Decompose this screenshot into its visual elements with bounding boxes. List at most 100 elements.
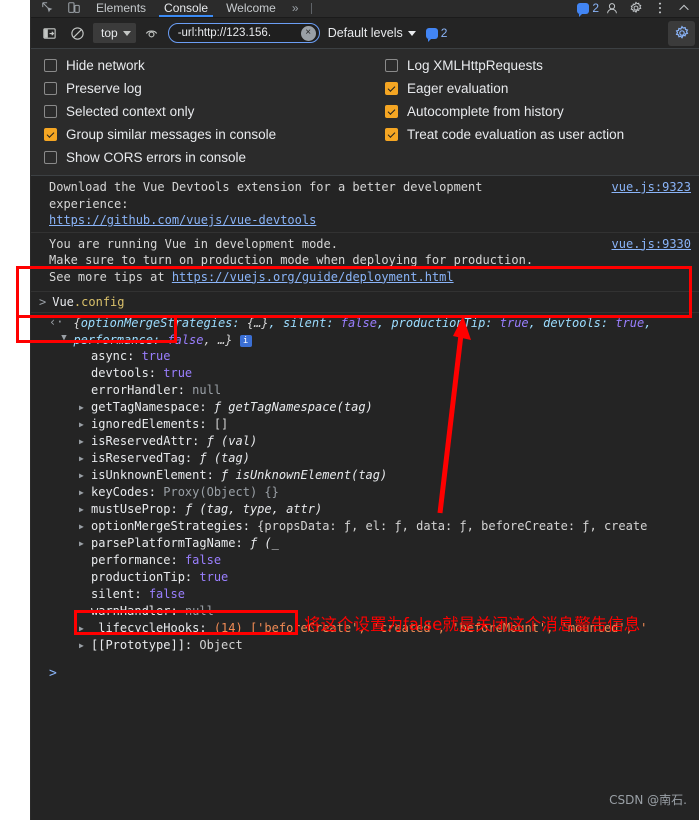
log-level-select[interactable]: Default levels	[324, 26, 420, 40]
property-value: (14) ['beforeCreate', 'created', 'before…	[213, 621, 648, 636]
checkbox-icon[interactable]	[44, 82, 57, 95]
expand-triangle-icon[interactable]: ▶	[79, 467, 91, 484]
expand-triangle-icon[interactable]: ▶	[79, 501, 91, 518]
object-property-row[interactable]: async: true	[91, 348, 691, 365]
property-separator: :	[170, 553, 185, 568]
property-value: false	[184, 553, 222, 568]
object-property-row[interactable]: productionTip: true	[91, 569, 691, 586]
more-vertical-icon[interactable]	[649, 0, 671, 17]
tab-elements[interactable]: Elements	[87, 0, 155, 17]
issues-count-indicator[interactable]: 2	[425, 26, 448, 42]
close-panel-icon[interactable]	[673, 0, 695, 17]
setting-autocomplete-from-history[interactable]: Autocomplete from history	[385, 104, 624, 119]
property-name: _lifecycleHooks	[91, 621, 200, 636]
expand-triangle-icon[interactable]: ▶	[79, 484, 91, 501]
object-property-row[interactable]: ▶ isReservedTag: ƒ (tag)	[79, 450, 691, 467]
user-avatar-icon[interactable]	[601, 0, 623, 17]
message-source-link[interactable]: vue.js:9330	[612, 236, 691, 253]
checkbox-icon[interactable]	[44, 105, 57, 118]
console-input-prompt[interactable]: >	[31, 658, 699, 689]
property-value: ƒ (_	[249, 536, 279, 551]
checkbox-icon[interactable]	[385, 59, 398, 72]
setting-preserve-log[interactable]: Preserve log	[44, 81, 381, 96]
result-object-header[interactable]: ‹· {optionMergeStrategies: {…}, silent: …	[39, 315, 691, 348]
more-tabs-icon[interactable]: »	[285, 0, 306, 17]
setting-hide-network[interactable]: Hide network	[44, 58, 381, 73]
expand-triangle-icon[interactable]: ▶	[79, 518, 91, 535]
property-separator: :	[199, 417, 214, 432]
setting-group-similar-messages[interactable]: Group similar messages in console	[44, 127, 381, 142]
checkbox-checked-icon[interactable]	[44, 128, 57, 141]
expand-triangle-icon[interactable]: ▶	[79, 637, 91, 654]
message-count-indicator[interactable]: 2	[577, 1, 599, 17]
console-filter-box[interactable]: ×	[167, 23, 320, 43]
expand-triangle-icon[interactable]: ▶	[79, 416, 91, 433]
close-icon[interactable]: ×	[300, 25, 316, 41]
object-property-row[interactable]: ▶ getTagNamespace: ƒ getTagNamespace(tag)	[79, 399, 691, 416]
setting-label: Hide network	[66, 58, 145, 73]
expand-triangle-icon[interactable]: ▶	[79, 399, 91, 416]
object-property-row[interactable]: ▶ mustUseProp: ƒ (tag, type, attr)	[79, 501, 691, 518]
setting-log-xmlhttprequests[interactable]: Log XMLHttpRequests	[385, 58, 624, 73]
property-name: performance	[91, 553, 171, 568]
setting-treat-code-evaluation[interactable]: Treat code evaluation as user action	[385, 127, 624, 142]
setting-eager-evaluation[interactable]: Eager evaluation	[385, 81, 624, 96]
deployment-guide-link[interactable]: https://vuejs.org/guide/deployment.html	[172, 270, 454, 284]
object-property-row[interactable]: devtools: true	[91, 365, 691, 382]
object-property-row[interactable]: ▶ keyCodes: Proxy(Object) {}	[79, 484, 691, 501]
object-property-row[interactable]: ▶ parsePlatformTagName: ƒ (_	[79, 535, 691, 552]
property-value: ƒ (tag, type, attr)	[184, 502, 323, 517]
live-expression-icon[interactable]	[140, 22, 164, 44]
info-icon[interactable]: i	[239, 334, 252, 347]
checkbox-checked-icon[interactable]	[385, 128, 398, 141]
execution-context-select[interactable]: top	[93, 23, 136, 43]
object-property-row[interactable]: ▶ optionMergeStrategies: {propsData: ƒ, e…	[79, 518, 691, 535]
message-line-1: You are running Vue in development mode.	[49, 236, 338, 251]
console-executed-command[interactable]: > Vue.config	[31, 292, 699, 314]
console-settings-gear-icon[interactable]	[668, 20, 695, 46]
device-toolbar-icon[interactable]	[61, 0, 87, 17]
object-property-row[interactable]: ▶ isUnknownElement: ƒ isUnknownElement(ta…	[79, 467, 691, 484]
checkbox-checked-icon[interactable]	[385, 105, 398, 118]
console-sidebar-toggle-icon[interactable]	[37, 22, 61, 44]
expand-triangle-icon[interactable]: ▶	[79, 620, 91, 637]
setting-show-cors-errors[interactable]: Show CORS errors in console	[44, 150, 381, 165]
clear-console-icon[interactable]	[65, 22, 89, 44]
setting-label: Autocomplete from history	[407, 104, 564, 119]
object-summary: {optionMergeStrategies: {…}, silent: fal…	[73, 316, 652, 347]
expand-triangle-icon[interactable]: ▶	[79, 433, 91, 450]
checkbox-icon[interactable]	[44, 151, 57, 164]
expand-collapse-icon[interactable]: ▼	[59, 330, 69, 347]
property-separator: :	[242, 519, 258, 534]
tab-console[interactable]: Console	[155, 0, 217, 17]
gear-icon[interactable]	[625, 0, 647, 17]
inspect-element-icon[interactable]	[35, 0, 61, 17]
checkbox-icon[interactable]	[44, 59, 57, 72]
devtools-github-link[interactable]: https://github.com/vuejs/vue-devtools	[49, 213, 316, 227]
property-name: isReservedAttr	[91, 434, 193, 449]
issues-count-value: 2	[440, 26, 448, 40]
console-message-devtools-tip[interactable]: Download the Vue Devtools extension for …	[31, 176, 699, 233]
console-message-dev-mode-warning[interactable]: You are running Vue in development mode.…	[31, 233, 699, 293]
property-name: productionTip	[91, 570, 185, 585]
expand-triangle-icon[interactable]: ▶	[79, 450, 91, 467]
object-property-row[interactable]: ▶ _lifecycleHooks: (14) ['beforeCreate', …	[79, 620, 691, 637]
expand-triangle-icon[interactable]: ▶	[79, 535, 91, 552]
object-property-row[interactable]: ▶ isReservedAttr: ƒ (val)	[79, 433, 691, 450]
message-line-2: experience:	[49, 196, 129, 211]
search-input[interactable]	[177, 27, 298, 39]
property-separator: :	[170, 604, 185, 619]
object-property-row[interactable]: warnHandler: null	[91, 603, 691, 620]
object-property-row[interactable]: performance: false	[91, 552, 691, 569]
tab-welcome[interactable]: Welcome	[217, 0, 285, 17]
object-property-row[interactable]: ▶ ignoredElements: []	[79, 416, 691, 433]
chevron-down-icon	[407, 30, 416, 36]
object-property-row[interactable]: ▶ [[Prototype]]: Object	[79, 637, 691, 654]
object-property-row[interactable]: errorHandler: null	[91, 382, 691, 399]
object-property-row[interactable]: silent: false	[91, 586, 691, 603]
message-source-link[interactable]: vue.js:9323	[612, 179, 691, 196]
checkbox-checked-icon[interactable]	[385, 82, 398, 95]
setting-selected-context-only[interactable]: Selected context only	[44, 104, 381, 119]
message-line-2: Make sure to turn on production mode whe…	[49, 253, 534, 268]
property-value: ƒ (tag)	[199, 451, 250, 466]
